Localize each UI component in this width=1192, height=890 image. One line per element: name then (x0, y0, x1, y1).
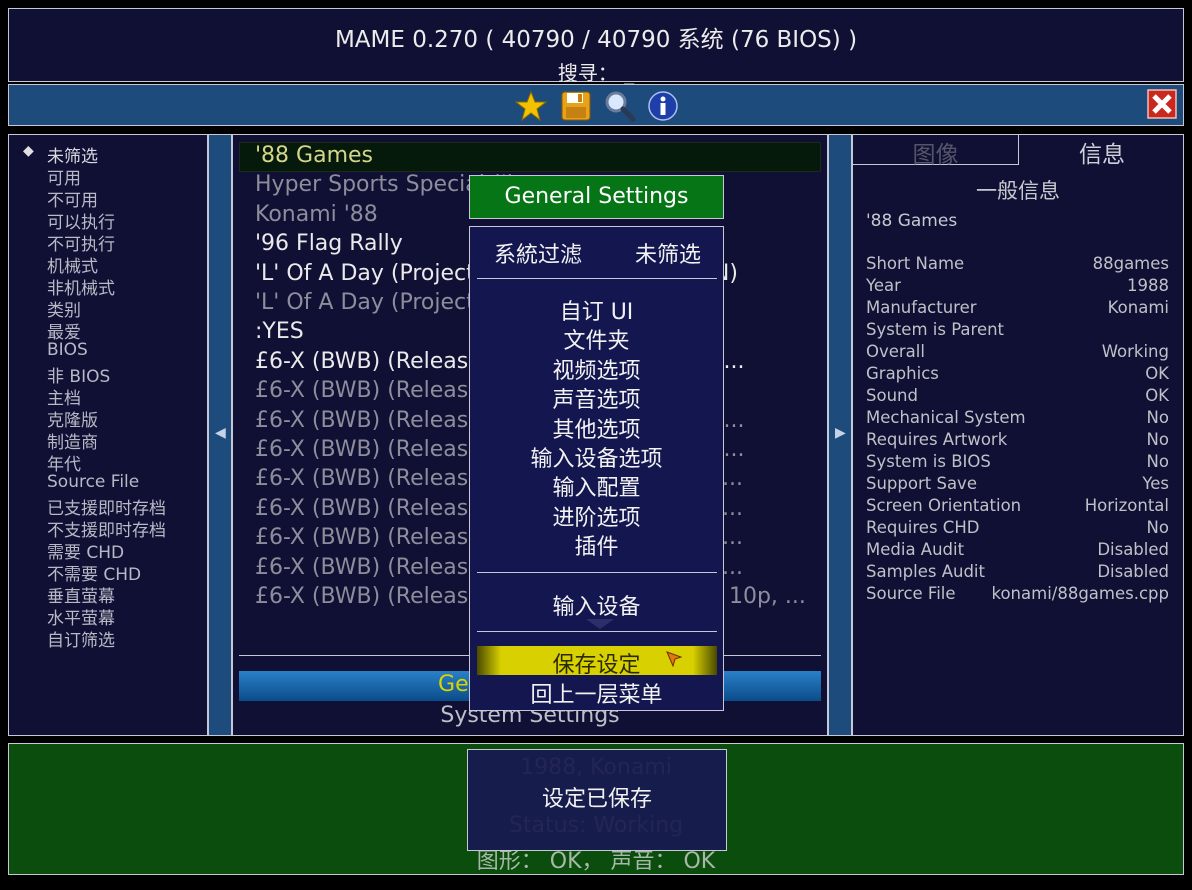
info-key: Manufacturer (866, 298, 977, 317)
mouse-pointer-icon (666, 651, 682, 667)
tab-image[interactable]: 图像 (853, 135, 1019, 168)
info-key: System is Parent (866, 320, 1005, 339)
info-key: Sound (866, 386, 918, 405)
general-settings-menu: 系統过滤 未筛选 自订 UI 文件夹 视频选项 声音选项 其他选项 输入设备选项 输入配置进… (469, 226, 724, 711)
menu-item[interactable]: 输入设备选项 (470, 441, 723, 473)
menu-item[interactable]: 输入配置 (470, 470, 723, 502)
star-icon[interactable] (515, 90, 547, 122)
info-key: Screen Orientation (866, 496, 1022, 515)
filter-item[interactable]: Source File (47, 472, 139, 492)
info-value: Working (1101, 342, 1169, 361)
info-value: No (1146, 430, 1169, 449)
info-key: Support Save (866, 474, 977, 493)
menu-item[interactable]: 视频选项 (470, 353, 723, 385)
menu-separator (477, 278, 717, 279)
settings-saved-toast: 设定已保存 (467, 749, 727, 851)
chevron-left-icon[interactable]: ◀ (215, 425, 226, 441)
info-key: Graphics (866, 364, 939, 383)
info-panel: 图像 信息 一般信息 '88 Games Short Name 88games Ye… (852, 134, 1184, 736)
toolbar (8, 84, 1184, 126)
app-title: MAME 0.270 ( 40790 / 40790 系统 (76 BIOS) … (334, 27, 858, 53)
save-settings-button[interactable]: 保存设定 (470, 647, 723, 679)
info-value: Yes (1142, 474, 1169, 493)
info-value: 1988 (1127, 276, 1169, 295)
menu-separator (477, 572, 717, 573)
scroll-more-indicator-icon (586, 619, 614, 629)
menu-item-input-devices[interactable]: 输入设备 (470, 589, 723, 621)
info-key: Samples Audit (866, 562, 985, 581)
header-panel: MAME 0.270 ( 40790 / 40790 系统 (76 BIOS) … (8, 8, 1184, 85)
left-collapse-bar[interactable]: ◀ (208, 134, 232, 736)
selected-filter-marker-icon: ◆ (23, 143, 34, 159)
menu-item[interactable]: 其他选项 (470, 412, 723, 444)
filter-panel: ◆ 未筛选 可用 不可用 可以执行 不可执行 机械式 非机械式 类别 最爱 BIOS 非 BIOS 主… (8, 134, 208, 736)
right-collapse-bar[interactable]: ▶ (828, 134, 852, 736)
system-filter-label[interactable]: 系統过滤 (494, 237, 582, 269)
info-key: System is BIOS (866, 452, 991, 471)
info-key: Requires Artwork (866, 430, 1008, 449)
close-x-icon[interactable] (1147, 89, 1177, 119)
menu-item[interactable]: 文件夹 (470, 323, 723, 355)
back-to-previous-menu-button[interactable]: 回上一层菜单 (470, 677, 723, 709)
magnifier-icon[interactable] (604, 90, 636, 122)
info-value: Disabled (1097, 540, 1169, 559)
info-icon[interactable] (647, 90, 679, 122)
menu-item[interactable]: 进阶选项 (470, 500, 723, 532)
info-key: Requires CHD (866, 518, 980, 537)
info-value: OK (1145, 386, 1169, 405)
info-key: Mechanical System (866, 408, 1026, 427)
info-heading: 一般信息 (976, 179, 1060, 203)
info-key: Short Name (866, 254, 965, 273)
info-game-name: '88 Games (866, 211, 958, 231)
info-key: Year (866, 276, 901, 295)
info-value: No (1146, 518, 1169, 537)
info-key: Media Audit (866, 540, 965, 559)
game-list-row[interactable]: '88 Games (255, 143, 825, 168)
info-key: Source File (866, 584, 956, 603)
info-value: Konami (1107, 298, 1169, 317)
tab-info[interactable]: 信息 (1019, 135, 1185, 168)
info-key: Overall (866, 342, 925, 361)
info-value: OK (1145, 364, 1169, 383)
filter-item[interactable]: BIOS (47, 340, 88, 360)
chevron-right-icon[interactable]: ▶ (835, 425, 846, 441)
floppy-disk-icon[interactable] (560, 90, 592, 122)
info-value: Disabled (1097, 562, 1169, 581)
menu-item[interactable]: 声音选项 (470, 382, 723, 414)
info-value: 88games (1092, 254, 1169, 273)
system-filter-value[interactable]: 未筛选 (635, 237, 701, 269)
info-value: No (1146, 452, 1169, 471)
info-value: konami/88games.cpp (991, 584, 1169, 603)
info-value: Horizontal (1084, 496, 1169, 515)
menu-title: General Settings (469, 175, 724, 219)
menu-separator (477, 631, 717, 632)
filter-item[interactable]: 自订筛选 (47, 626, 115, 651)
search-prompt[interactable]: 搜寻： _ (9, 57, 1183, 86)
info-value: No (1146, 408, 1169, 427)
menu-item[interactable]: 自订 UI (470, 294, 723, 326)
menu-item[interactable]: 插件 (470, 529, 723, 561)
